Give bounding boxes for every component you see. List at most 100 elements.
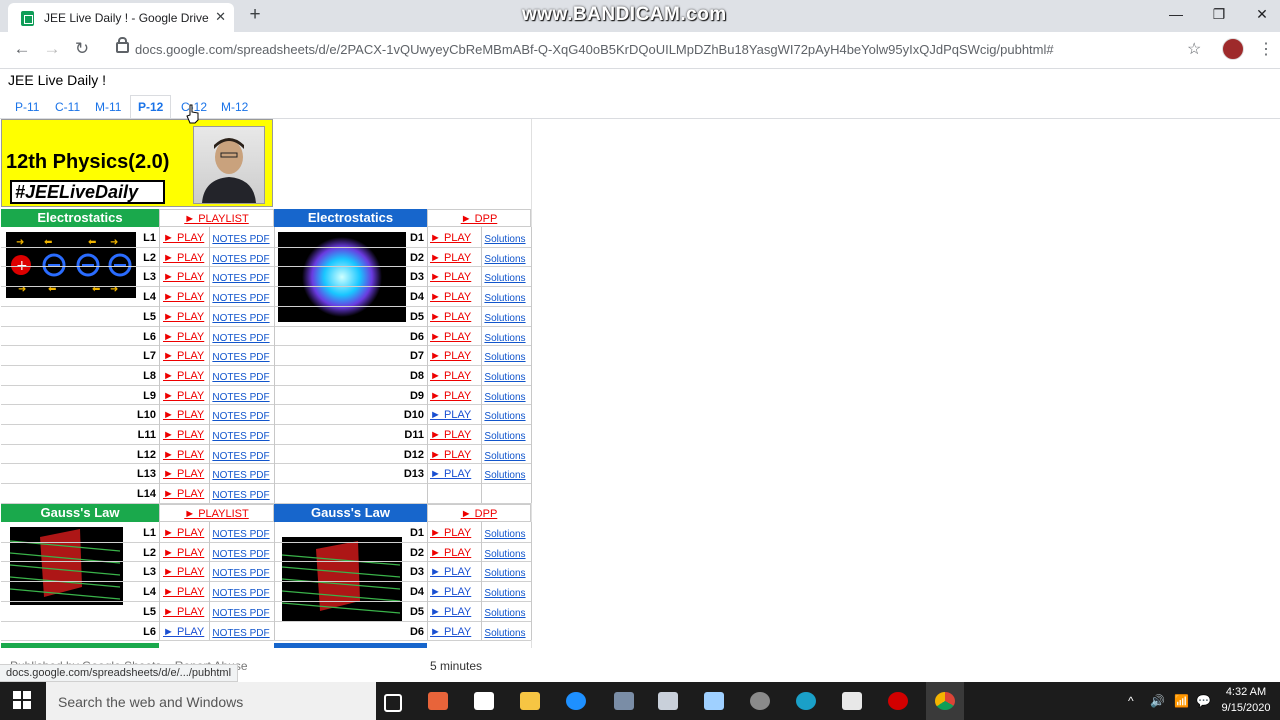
lecture-play-link[interactable]: ► PLAY — [163, 331, 211, 343]
solutions-link[interactable]: Solutions — [480, 588, 530, 599]
notes-pdf-link[interactable]: NOTES PDF — [210, 451, 272, 462]
tab-m-12[interactable]: M-12 — [214, 96, 255, 118]
dpp-play-link[interactable]: ► PLAY — [430, 331, 478, 343]
notes-pdf-link[interactable]: NOTES PDF — [210, 608, 272, 619]
notes-pdf-link[interactable]: NOTES PDF — [210, 313, 272, 324]
app-icon[interactable] — [428, 692, 448, 710]
dpp-play-link[interactable]: ► PLAY — [430, 527, 478, 539]
dpp-play-link[interactable]: ► PLAY — [430, 566, 478, 578]
dpp-play-link[interactable]: ► PLAY — [430, 626, 478, 638]
new-tab-button[interactable]: + — [246, 5, 264, 25]
solutions-link[interactable]: Solutions — [480, 608, 530, 619]
lecture-play-link[interactable]: ► PLAY — [163, 390, 211, 402]
solutions-link[interactable]: Solutions — [480, 529, 530, 540]
solutions-link[interactable]: Solutions — [480, 313, 530, 324]
solutions-link[interactable]: Solutions — [480, 333, 530, 344]
dpp-play-link[interactable]: ► PLAY — [430, 409, 478, 421]
notes-pdf-link[interactable]: NOTES PDF — [210, 254, 272, 265]
notes-pdf-link[interactable]: NOTES PDF — [210, 470, 272, 481]
lecture-play-link[interactable]: ► PLAY — [163, 350, 211, 362]
notes-pdf-link[interactable]: NOTES PDF — [210, 549, 272, 560]
notes-pdf-link[interactable]: NOTES PDF — [210, 234, 272, 245]
notes-pdf-link[interactable]: NOTES PDF — [210, 431, 272, 442]
network-icon[interactable]: 📶 — [1174, 694, 1189, 708]
tab-close-icon[interactable]: ✕ — [215, 9, 226, 25]
dpp-play-link[interactable]: ► PLAY — [430, 271, 478, 283]
profile-avatar[interactable] — [1222, 38, 1244, 60]
lecture-play-link[interactable]: ► PLAY — [163, 449, 211, 461]
tab-p-11[interactable]: P-11 — [8, 96, 46, 118]
lecture-play-link[interactable]: ► PLAY — [163, 488, 211, 500]
dpp-play-link[interactable]: ► PLAY — [430, 291, 478, 303]
volume-icon[interactable]: 🔊 — [1150, 694, 1165, 708]
dpp-link[interactable]: ► DPP — [427, 504, 531, 522]
clock-time[interactable]: 4:32 AM — [1218, 686, 1274, 698]
url-text[interactable]: docs.google.com/spreadsheets/d/e/2PACX-1… — [135, 42, 1054, 57]
solutions-link[interactable]: Solutions — [480, 254, 530, 265]
playlist-link[interactable]: ► PLAYLIST — [159, 209, 274, 227]
solutions-link[interactable]: Solutions — [480, 568, 530, 579]
solutions-link[interactable]: Solutions — [480, 273, 530, 284]
dpp-play-link[interactable]: ► PLAY — [430, 429, 478, 441]
tab-m-11[interactable]: M-11 — [88, 96, 128, 118]
dpp-play-link[interactable]: ► PLAY — [430, 252, 478, 264]
solutions-link[interactable]: Solutions — [480, 372, 530, 383]
dpp-play-link[interactable]: ► PLAY — [430, 606, 478, 618]
lecture-play-link[interactable]: ► PLAY — [163, 547, 211, 559]
windows-start-icon[interactable] — [12, 690, 32, 710]
notification-icon[interactable]: 💬 — [1196, 694, 1211, 708]
lock-icon[interactable] — [116, 37, 129, 53]
back-button[interactable]: ← — [10, 39, 34, 59]
notes-pdf-link[interactable]: NOTES PDF — [210, 628, 272, 639]
lecture-play-link[interactable]: ► PLAY — [163, 606, 211, 618]
notepad-icon[interactable] — [704, 692, 724, 710]
chrome-icon[interactable] — [935, 692, 955, 710]
lecture-play-link[interactable]: ► PLAY — [163, 271, 211, 283]
lecture-play-link[interactable]: ► PLAY — [163, 586, 211, 598]
notes-pdf-link[interactable]: NOTES PDF — [210, 529, 272, 540]
task-view-icon[interactable] — [384, 694, 402, 712]
solutions-link[interactable]: Solutions — [480, 411, 530, 422]
lecture-play-link[interactable]: ► PLAY — [163, 252, 211, 264]
dpp-play-link[interactable]: ► PLAY — [430, 370, 478, 382]
taskbar-search-placeholder[interactable]: Search the web and Windows — [58, 694, 243, 710]
settings-gear-icon[interactable] — [750, 692, 770, 710]
store-icon[interactable] — [474, 692, 494, 710]
notes-pdf-link[interactable]: NOTES PDF — [210, 333, 272, 344]
solutions-link[interactable]: Solutions — [480, 470, 530, 481]
dpp-play-link[interactable]: ► PLAY — [430, 468, 478, 480]
tab-c-11[interactable]: C-11 — [48, 96, 87, 118]
app-icon[interactable] — [614, 692, 634, 710]
solutions-link[interactable]: Solutions — [480, 549, 530, 560]
restore-button[interactable]: ❐ — [1209, 6, 1229, 23]
lecture-play-link[interactable]: ► PLAY — [163, 429, 211, 441]
app-icon[interactable] — [842, 692, 862, 710]
notes-pdf-link[interactable]: NOTES PDF — [210, 372, 272, 383]
lecture-play-link[interactable]: ► PLAY — [163, 566, 211, 578]
solutions-link[interactable]: Solutions — [480, 628, 530, 639]
browser-menu-icon[interactable]: ⋮ — [1258, 39, 1274, 59]
solutions-link[interactable]: Solutions — [480, 293, 530, 304]
dpp-play-link[interactable]: ► PLAY — [430, 547, 478, 559]
tray-chevron-icon[interactable]: ^ — [1128, 694, 1134, 708]
notes-pdf-link[interactable]: NOTES PDF — [210, 568, 272, 579]
lecture-play-link[interactable]: ► PLAY — [163, 527, 211, 539]
forward-button[interactable]: → — [40, 39, 64, 59]
lecture-play-link[interactable]: ► PLAY — [163, 626, 211, 638]
notes-pdf-link[interactable]: NOTES PDF — [210, 392, 272, 403]
dpp-play-link[interactable]: ► PLAY — [430, 390, 478, 402]
tab-p-12[interactable]: P-12 — [130, 95, 172, 119]
dpp-play-link[interactable]: ► PLAY — [430, 449, 478, 461]
reload-button[interactable]: ↻ — [70, 39, 94, 59]
record-icon[interactable] — [888, 692, 908, 710]
lecture-play-link[interactable]: ► PLAY — [163, 468, 211, 480]
dpp-play-link[interactable]: ► PLAY — [430, 232, 478, 244]
internet-explorer-icon[interactable] — [566, 692, 586, 710]
edge-icon[interactable] — [796, 692, 816, 710]
lecture-play-link[interactable]: ► PLAY — [163, 370, 211, 382]
lecture-play-link[interactable]: ► PLAY — [163, 232, 211, 244]
notes-pdf-link[interactable]: NOTES PDF — [210, 293, 272, 304]
lecture-play-link[interactable]: ► PLAY — [163, 291, 211, 303]
browser-tab[interactable]: JEE Live Daily ! - Google Drive ✕ — [8, 3, 234, 32]
notes-pdf-link[interactable]: NOTES PDF — [210, 273, 272, 284]
